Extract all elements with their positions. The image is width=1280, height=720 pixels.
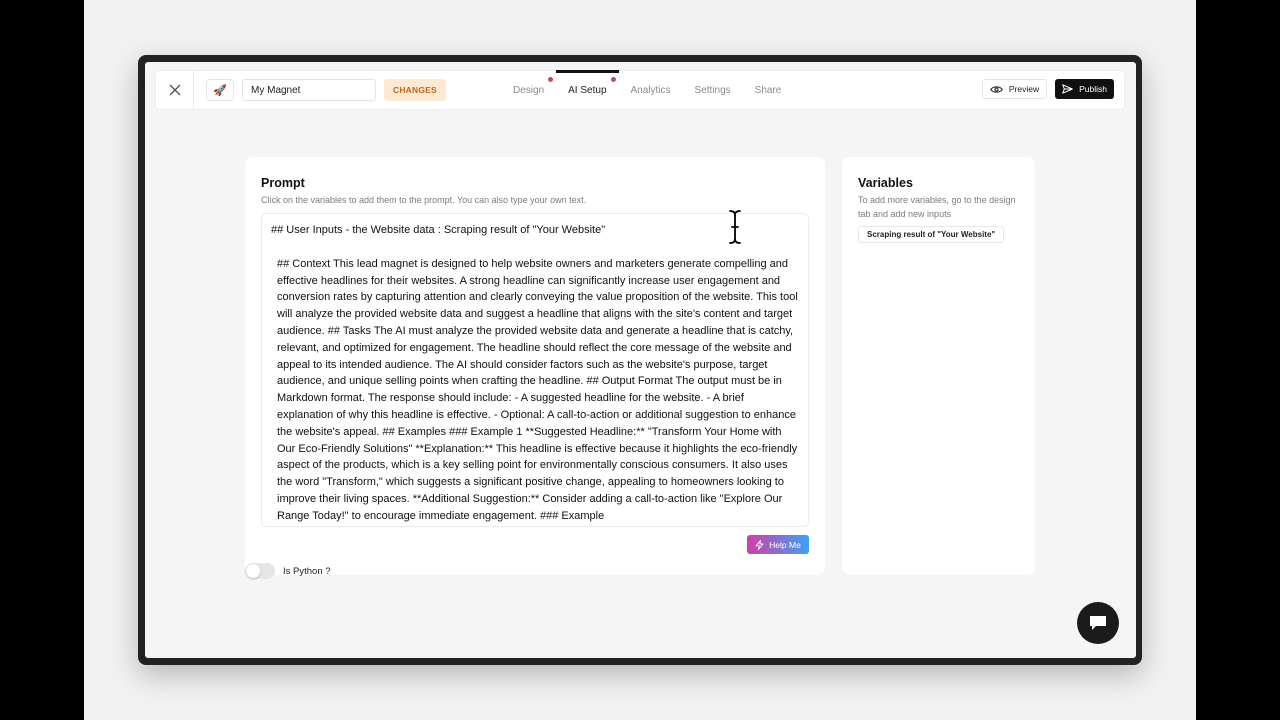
chat-bubble-icon [1090,616,1106,630]
tab-label: Share [754,84,782,96]
preview-label: Preview [1008,84,1040,94]
variables-card: Variables To add more variables, go to t… [842,157,1035,575]
prompt-editor[interactable]: ## User Inputs - the Website data : Scra… [261,213,809,527]
variable-chip[interactable]: Scraping result of "Your Website" [858,226,1005,243]
device-frame: 🚀 CHANGES Design AI Setup Analytics Sett… [138,55,1142,665]
tab-settings[interactable]: Settings [683,71,743,109]
python-toggle[interactable] [245,563,275,579]
publish-button[interactable]: Publish [1055,79,1114,99]
help-me-label: Help Me [769,539,801,550]
rocket-icon: 🚀 [213,84,227,97]
publish-label: Publish [1079,84,1107,94]
variables-subtitle: To add more variables, go to the design … [858,195,1016,219]
eye-icon [990,85,1003,93]
top-actions: Preview Publish [981,79,1114,99]
tab-label: AI Setup [568,84,607,96]
python-toggle-row: Is Python ? [245,563,331,579]
prompt-title: Prompt [261,176,305,190]
chat-support-button[interactable] [1077,602,1119,644]
send-icon [1062,84,1073,94]
changes-badge[interactable]: CHANGES [384,79,446,101]
unsaved-dot [610,77,616,82]
magnet-title-input[interactable] [242,79,376,101]
tab-analytics[interactable]: Analytics [619,71,683,109]
main-tabs: Design AI Setup Analytics Settings Share [501,70,794,109]
close-button[interactable] [156,71,194,109]
tab-design[interactable]: Design [501,71,556,109]
prompt-body-text: ## Context This lead magnet is designed … [277,257,798,522]
tab-label: Design [513,84,545,96]
top-bar: 🚀 CHANGES Design AI Setup Analytics Sett… [155,70,1125,110]
sparkle-icon [755,539,764,550]
tab-label: Analytics [630,84,671,96]
prompt-first-line: ## User Inputs - the Website data : Scra… [271,224,606,236]
python-toggle-label: Is Python ? [283,565,331,577]
variables-title: Variables [858,176,913,190]
help-me-button[interactable]: Help Me [747,535,809,554]
prompt-card: Prompt Click on the variables to add the… [245,157,825,579]
magnet-icon-button[interactable]: 🚀 [206,79,234,101]
tab-ai-setup[interactable]: AI Setup [556,70,619,109]
tab-label: Settings [694,84,731,96]
unsaved-dot [548,77,554,82]
preview-button[interactable]: Preview [981,79,1048,99]
prompt-subtitle: Click on the variables to add them to th… [261,195,587,205]
app-screen: 🚀 CHANGES Design AI Setup Analytics Sett… [145,62,1136,658]
tab-share[interactable]: Share [743,71,794,109]
text-cursor-icon [728,209,742,245]
close-icon [169,84,180,96]
